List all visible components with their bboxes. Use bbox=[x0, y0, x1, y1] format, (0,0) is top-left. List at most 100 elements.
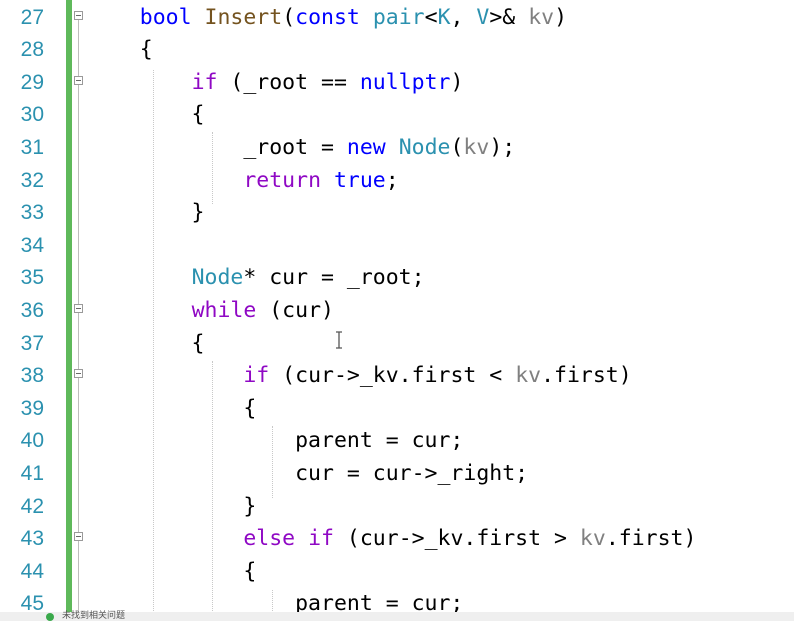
code-token: .first) bbox=[605, 526, 697, 552]
code-token: nullptr bbox=[359, 69, 451, 95]
code-line[interactable]: 31 _root = new Node(kv); bbox=[0, 132, 794, 165]
code-line[interactable]: 41 cur = cur->_right; bbox=[0, 458, 794, 491]
collapse-icon[interactable] bbox=[74, 303, 83, 313]
line-number: 33 bbox=[20, 201, 44, 225]
code-token: if bbox=[191, 69, 218, 95]
line-number: 30 bbox=[20, 103, 44, 127]
code-token: pair bbox=[372, 4, 425, 30]
code-token: .first) bbox=[541, 363, 632, 389]
code-token: , bbox=[450, 4, 477, 30]
code-token: { bbox=[88, 37, 153, 63]
code-token: >& bbox=[489, 4, 529, 30]
code-token: ; bbox=[385, 167, 399, 193]
code-text[interactable]: parent = cur; bbox=[88, 425, 463, 458]
code-line[interactable]: 43 else if (cur->_kv.first > kv.first) bbox=[0, 523, 794, 556]
code-line[interactable]: 30 { bbox=[0, 99, 794, 132]
code-line[interactable]: 37 { bbox=[0, 328, 794, 361]
text-cursor-icon bbox=[336, 331, 342, 349]
code-token: V bbox=[476, 4, 490, 30]
collapse-icon[interactable] bbox=[74, 75, 83, 85]
line-number: 40 bbox=[20, 429, 44, 453]
code-token: { bbox=[88, 395, 257, 421]
code-token: (_root == bbox=[217, 69, 360, 95]
line-number: 38 bbox=[20, 364, 44, 388]
code-text[interactable]: bool Insert(const pair<K, V>& kv) bbox=[88, 2, 567, 35]
code-text[interactable]: { bbox=[88, 556, 256, 589]
code-token: ( bbox=[282, 4, 296, 30]
code-token: Insert bbox=[204, 4, 283, 30]
code-token: const bbox=[295, 4, 360, 30]
check-circle-icon bbox=[46, 613, 54, 621]
collapse-icon[interactable] bbox=[74, 532, 83, 542]
code-text[interactable]: } bbox=[88, 491, 256, 524]
code-token: while bbox=[191, 297, 257, 323]
code-token: true bbox=[333, 167, 386, 193]
line-number: 42 bbox=[20, 494, 44, 518]
code-token: if bbox=[243, 363, 270, 389]
code-line[interactable]: 27 bool Insert(const pair<K, V>& kv) bbox=[0, 2, 794, 35]
code-text[interactable]: if (_root == nullptr) bbox=[88, 67, 464, 100]
status-text[interactable]: 未找到相关问题 bbox=[62, 612, 125, 621]
code-line[interactable]: 44 { bbox=[0, 556, 794, 589]
code-token: K bbox=[437, 4, 451, 30]
line-number: 31 bbox=[20, 135, 44, 159]
code-text[interactable]: } bbox=[88, 197, 205, 230]
code-line[interactable]: 32 return true; bbox=[0, 165, 794, 198]
line-number: 29 bbox=[20, 70, 44, 94]
code-line[interactable]: 35 Node* cur = _root; bbox=[0, 262, 794, 295]
code-text[interactable]: return true; bbox=[88, 165, 399, 198]
code-line[interactable]: 38 if (cur->_kv.first < kv.first) bbox=[0, 360, 794, 393]
code-token: ) bbox=[554, 4, 568, 30]
code-text[interactable]: cur = cur->_right; bbox=[88, 458, 528, 491]
collapse-icon[interactable] bbox=[74, 10, 83, 20]
code-line[interactable]: 40 parent = cur; bbox=[0, 425, 794, 458]
code-token: } bbox=[88, 200, 205, 226]
code-text[interactable]: _root = new Node(kv); bbox=[88, 132, 515, 165]
code-line[interactable]: 42 } bbox=[0, 491, 794, 524]
code-line[interactable]: 36 while (cur) bbox=[0, 295, 794, 328]
code-text[interactable]: else if (cur->_kv.first > kv.first) bbox=[88, 523, 696, 556]
code-line[interactable]: 28 { bbox=[0, 34, 794, 67]
code-token: bool bbox=[139, 4, 192, 30]
code-token: new bbox=[346, 134, 386, 160]
code-line[interactable]: 39 { bbox=[0, 393, 794, 426]
code-token: kv bbox=[463, 134, 490, 160]
code-token: { bbox=[88, 102, 205, 128]
line-number: 35 bbox=[20, 266, 44, 290]
code-token: Node bbox=[398, 134, 451, 160]
code-token: ( bbox=[450, 134, 464, 160]
line-number: 28 bbox=[20, 38, 44, 62]
code-token: parent = cur; bbox=[88, 428, 464, 454]
line-number: 37 bbox=[20, 331, 44, 355]
line-number: 41 bbox=[20, 461, 44, 485]
code-text[interactable]: { bbox=[88, 99, 205, 132]
code-token: if bbox=[308, 526, 334, 552]
collapse-icon[interactable] bbox=[74, 369, 83, 379]
code-text[interactable]: { bbox=[88, 328, 205, 361]
code-text[interactable]: if (cur->_kv.first < kv.first) bbox=[88, 360, 632, 393]
code-line[interactable]: 29 if (_root == nullptr) bbox=[0, 67, 794, 100]
code-token: { bbox=[88, 330, 205, 356]
code-text[interactable]: Node* cur = _root; bbox=[88, 262, 425, 295]
code-token: kv bbox=[528, 4, 555, 30]
code-token: return bbox=[243, 167, 322, 193]
code-text[interactable]: while (cur) bbox=[88, 295, 334, 328]
code-line[interactable]: 33 } bbox=[0, 197, 794, 230]
code-text[interactable]: { bbox=[88, 34, 153, 67]
code-token: kv bbox=[515, 363, 542, 389]
line-number: 34 bbox=[20, 233, 44, 257]
code-line[interactable]: 34 bbox=[0, 230, 794, 263]
code-text[interactable]: { bbox=[88, 393, 256, 426]
code-editor[interactable]: 27 bool Insert(const pair<K, V>& kv) 28 {… bbox=[0, 0, 794, 621]
code-token: _root = bbox=[88, 134, 347, 160]
line-number: 43 bbox=[20, 527, 44, 551]
code-token: < bbox=[424, 4, 438, 30]
